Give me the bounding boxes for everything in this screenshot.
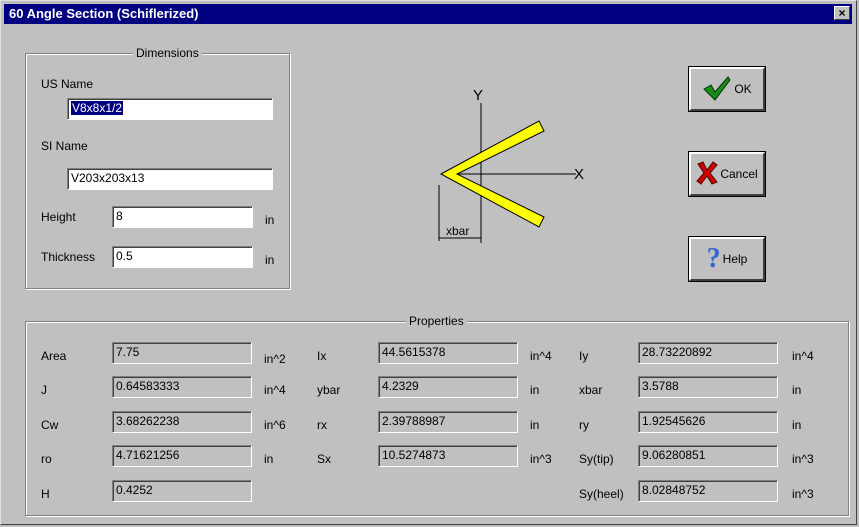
thickness-unit: in <box>265 253 275 267</box>
x-icon <box>696 160 719 188</box>
thickness-input[interactable]: 0.5 <box>112 246 253 268</box>
height-unit: in <box>265 213 275 227</box>
area-value: 7.75 <box>112 342 252 364</box>
check-icon <box>702 75 732 104</box>
sytip-label: Sy(tip) <box>579 452 614 466</box>
height-input[interactable]: 8 <box>112 206 253 228</box>
rx-value: 2.39788987 <box>378 411 518 433</box>
height-label: Height <box>41 210 76 224</box>
j-value: 0.64583333 <box>112 376 252 398</box>
ybar-label: ybar <box>317 383 341 397</box>
area-unit: in^2 <box>264 352 286 366</box>
cw-value: 3.68262238 <box>112 411 252 433</box>
si-name-label: SI Name <box>41 139 88 153</box>
sx-value: 10.5274873 <box>378 445 518 467</box>
area-label: Area <box>41 349 67 363</box>
ro-unit: in <box>264 452 274 466</box>
syheel-value: 8.02848752 <box>638 480 778 502</box>
iy-label: Iy <box>579 349 589 363</box>
xbar-label: xbar <box>446 224 469 238</box>
ix-label: Ix <box>317 349 327 363</box>
h-value: 0.4252 <box>112 480 252 502</box>
properties-legend: Properties <box>406 314 467 328</box>
j-label: J <box>41 383 47 397</box>
iy-value: 28.73220892 <box>638 342 778 364</box>
ry-value: 1.92545626 <box>638 411 778 433</box>
iy-unit: in^4 <box>792 349 814 363</box>
ry-label: ry <box>579 418 589 432</box>
sytip-value: 9.06280851 <box>638 445 778 467</box>
ry-unit: in <box>792 418 802 432</box>
title-bar[interactable]: 60 Angle Section (Schiflerized) × <box>4 4 852 24</box>
xbar-value: 3.5788 <box>638 376 778 398</box>
ix-value: 44.5615378 <box>378 342 518 364</box>
cancel-button[interactable]: Cancel <box>688 151 766 197</box>
cancel-button-label: Cancel <box>720 167 758 181</box>
syheel-label: Sy(heel) <box>579 487 624 501</box>
rx-unit: in <box>530 418 540 432</box>
us-name-label: US Name <box>41 77 94 91</box>
question-icon: ? <box>706 243 721 274</box>
sx-label: Sx <box>317 452 332 466</box>
xbar-prop-label: xbar <box>579 383 603 397</box>
cw-unit: in^6 <box>264 418 286 432</box>
dialog-window: 60 Angle Section (Schiflerized) × Dimens… <box>0 0 857 525</box>
j-unit: in^4 <box>264 383 286 397</box>
help-button-label: Help <box>722 252 748 266</box>
window-title: 60 Angle Section (Schiflerized) <box>9 6 199 21</box>
help-button[interactable]: ? Help <box>688 236 766 282</box>
xbar-unit: in <box>792 383 802 397</box>
sytip-unit: in^3 <box>792 452 814 466</box>
ro-value: 4.71621256 <box>112 445 252 467</box>
sx-unit: in^3 <box>530 452 552 466</box>
ix-unit: in^4 <box>530 349 552 363</box>
ybar-unit: in <box>530 383 540 397</box>
close-icon[interactable]: × <box>834 6 850 20</box>
ok-button[interactable]: OK <box>688 66 766 112</box>
ro-label: ro <box>41 452 52 466</box>
thickness-label: Thickness <box>41 250 96 264</box>
us-name-input[interactable]: V8x8x1/2 <box>67 98 273 120</box>
dimensions-legend: Dimensions <box>133 46 202 60</box>
cw-label: Cw <box>41 418 59 432</box>
h-label: H <box>41 487 50 501</box>
angle-section-diagram: Y X xbar <box>438 87 584 243</box>
x-axis-label: X <box>574 166 584 183</box>
y-axis-label: Y <box>473 87 483 104</box>
si-name-input[interactable]: V203x203x13 <box>67 168 273 190</box>
rx-label: rx <box>317 418 327 432</box>
syheel-unit: in^3 <box>792 487 814 501</box>
ybar-value: 4.2329 <box>378 376 518 398</box>
ok-button-label: OK <box>734 82 752 96</box>
us-name-value: V8x8x1/2 <box>71 101 124 115</box>
